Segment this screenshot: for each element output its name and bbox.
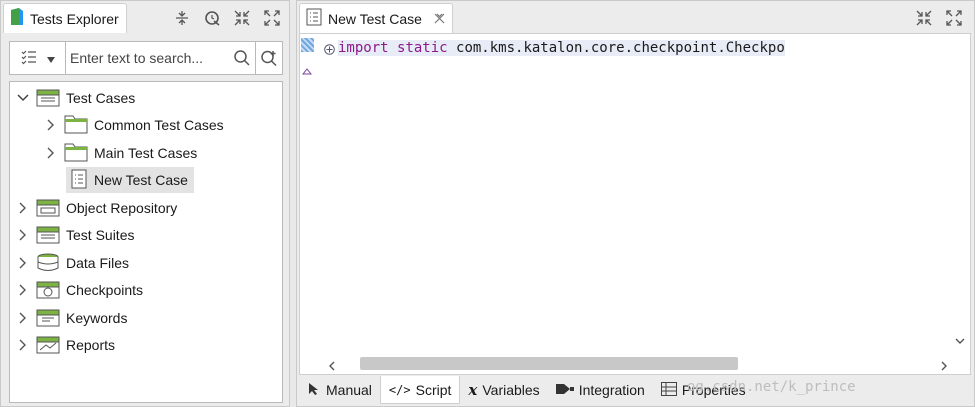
editor-panel: New Test Case import static com.kms.kata… — [296, 0, 975, 407]
tree-item-common-test-cases[interactable]: Common Test Cases — [44, 112, 224, 138]
tree-item-label: Data Files — [66, 255, 130, 271]
watermark-text: og.csdn.net/k_prince — [687, 379, 856, 395]
editor-tab-title: New Test Case — [328, 10, 422, 27]
chevron-right-icon[interactable] — [16, 283, 30, 297]
search-input[interactable] — [66, 44, 229, 72]
integration-icon — [555, 382, 574, 399]
maximize-icon[interactable] — [943, 7, 965, 29]
advanced-search-icon[interactable] — [255, 42, 282, 74]
tree-item-data-files[interactable]: Data Files — [16, 250, 129, 276]
tree-item-keywords[interactable]: Keywords — [16, 305, 127, 331]
filter-button[interactable] — [10, 42, 66, 74]
tree-item-new-test-case[interactable]: New Test Case — [66, 167, 194, 193]
tab-label: Script — [415, 381, 452, 398]
expand-fold-icon[interactable] — [324, 42, 335, 58]
chevron-right-icon[interactable] — [44, 146, 58, 160]
vertical-scrollbar[interactable] — [952, 34, 968, 354]
test-cases-folder-icon — [36, 87, 60, 110]
gutter-marker-icon — [301, 38, 314, 52]
scroll-left-icon[interactable] — [328, 358, 335, 374]
chevron-right-icon[interactable] — [16, 201, 30, 215]
folder-icon — [64, 114, 88, 137]
chevron-right-icon[interactable] — [16, 256, 30, 270]
chevron-right-icon[interactable] — [44, 118, 58, 132]
tab-label: Variables — [482, 382, 540, 398]
tree-item-label: New Test Case — [94, 172, 188, 188]
code-icon: </> — [388, 382, 411, 397]
close-icon[interactable] — [434, 11, 445, 27]
tests-explorer-title: Tests Explorer — [30, 10, 119, 27]
checkpoints-icon — [36, 279, 60, 302]
filter-list-icon — [21, 49, 37, 68]
code-import-path: com.kms.katalon.core.checkpoint.Checkpo — [447, 40, 785, 56]
dropdown-arrow-icon — [46, 50, 55, 66]
minimize-icon[interactable] — [913, 7, 935, 29]
test-suites-icon — [36, 224, 60, 247]
scrollbar-thumb[interactable] — [360, 357, 738, 370]
chevron-down-icon[interactable] — [16, 91, 30, 105]
tree-item-label: Checkpoints — [66, 282, 144, 298]
reports-icon — [36, 334, 60, 357]
katalon-logo-icon — [10, 8, 24, 29]
tests-explorer-panel: Tests Explorer Enter text to search... T… — [0, 0, 290, 407]
editor-toolbar — [913, 7, 965, 29]
keywords-icon — [36, 307, 60, 330]
tab-manual[interactable]: Manual — [299, 376, 380, 404]
tree-item-reports[interactable]: Reports — [16, 332, 115, 358]
code-line: import static com.kms.katalon.core.check… — [338, 40, 785, 56]
explorer-tree: Test Cases Common Test Cases Main Test C… — [9, 81, 283, 403]
chevron-right-icon[interactable] — [16, 311, 30, 325]
tree-item-label: Test Cases — [66, 90, 136, 106]
tree-item-label: Test Suites — [66, 227, 135, 243]
tree-item-checkpoints[interactable]: Checkpoints — [16, 277, 143, 303]
tests-explorer-tab[interactable]: Tests Explorer — [3, 3, 127, 33]
code-keyword-static: static — [397, 40, 448, 56]
tree-item-label: Reports — [66, 337, 116, 353]
tree-item-test-cases[interactable]: Test Cases — [16, 85, 135, 111]
properties-icon — [660, 381, 677, 399]
chevron-right-icon[interactable] — [16, 228, 30, 242]
editor-gutter — [300, 34, 316, 374]
variables-icon: x — [468, 381, 478, 399]
horizontal-scrollbar[interactable] — [316, 354, 952, 372]
test-case-icon — [306, 8, 322, 29]
editor-tab-new-test-case[interactable]: New Test Case — [299, 3, 453, 33]
minimize-icon[interactable] — [231, 7, 253, 29]
tab-variables[interactable]: x Variables — [460, 376, 547, 404]
gutter-collapse-icon — [301, 62, 313, 78]
explorer-toolbar — [171, 7, 283, 29]
search-bar — [9, 41, 283, 75]
tab-label: Integration — [578, 382, 645, 398]
tab-label: Manual — [326, 382, 372, 398]
tree-item-label: Keywords — [66, 310, 128, 326]
tree-item-label: Object Repository — [66, 200, 178, 216]
tab-integration[interactable]: Integration — [548, 376, 653, 404]
tree-item-test-suites[interactable]: Test Suites — [16, 222, 134, 248]
tree-item-label: Main Test Cases — [94, 145, 198, 161]
tree-item-main-test-cases[interactable]: Main Test Cases — [44, 140, 197, 166]
script-editor[interactable]: import static com.kms.katalon.core.check… — [299, 33, 971, 375]
editor-mode-tabs: Manual </> Script x Variables Integratio… — [299, 375, 754, 405]
tree-item-object-repository[interactable]: Object Repository — [16, 195, 177, 221]
object-repository-icon — [36, 197, 60, 220]
test-case-icon — [70, 169, 88, 192]
scroll-down-icon[interactable] — [955, 332, 965, 348]
folder-icon — [64, 142, 88, 165]
code-keyword-import: import — [338, 40, 389, 56]
data-files-icon — [36, 252, 60, 275]
scroll-right-icon[interactable] — [941, 358, 948, 374]
chevron-right-icon[interactable] — [16, 338, 30, 352]
tree-item-label: Common Test Cases — [94, 117, 224, 133]
tab-script[interactable]: </> Script — [379, 376, 461, 404]
collapse-all-icon[interactable] — [171, 7, 193, 29]
cursor-icon — [307, 382, 321, 399]
refresh-icon[interactable] — [201, 7, 223, 29]
search-icon[interactable] — [229, 42, 255, 74]
maximize-icon[interactable] — [261, 7, 283, 29]
